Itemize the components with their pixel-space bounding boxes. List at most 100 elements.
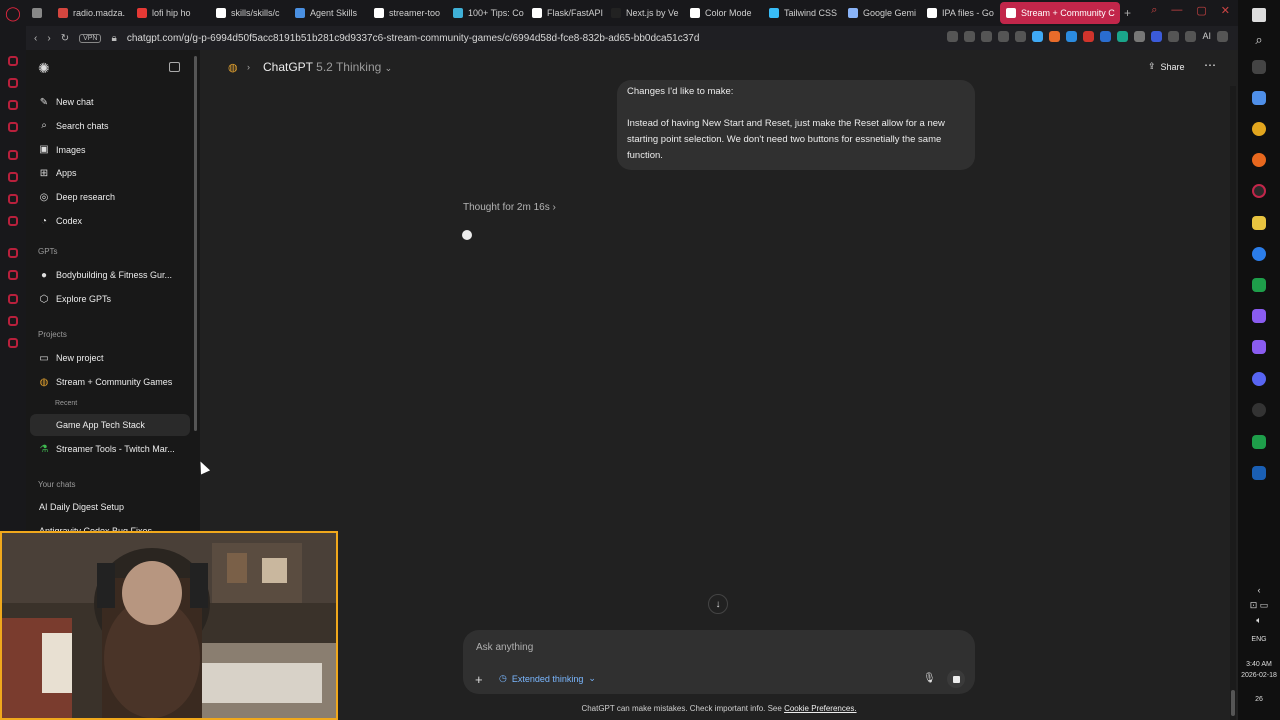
- microphone-icon[interactable]: 🎙︎: [923, 673, 936, 684]
- volume-icon[interactable]: 🔈︎: [1238, 615, 1280, 626]
- rail-music-icon[interactable]: [8, 100, 18, 110]
- main-scrollbar-thumb[interactable]: [1231, 690, 1235, 716]
- maximize-button[interactable]: ▢: [1196, 4, 1206, 17]
- prompt-input[interactable]: [476, 642, 896, 653]
- sidebar-item-search-chats[interactable]: ⌕ Search chats: [30, 115, 190, 137]
- start-icon[interactable]: [1252, 8, 1266, 22]
- extension-navy-icon[interactable]: [1100, 31, 1112, 42]
- browser-tab[interactable]: Google Gemi: [842, 2, 919, 24]
- browser-tab[interactable]: Agent Skills: [289, 2, 366, 24]
- chat-item-ai-daily-digest-setup[interactable]: AI Daily Digest Setup: [30, 496, 190, 518]
- browser-tab[interactable]: [26, 2, 50, 24]
- forward-icon[interactable]: ›: [47, 33, 50, 44]
- opera-logo-icon[interactable]: ◯: [0, 0, 26, 26]
- gpt-item-explore-gpts[interactable]: ⬡ Explore GPTs: [30, 288, 190, 310]
- stop-button[interactable]: [947, 670, 965, 688]
- clock-time[interactable]: 3:40 AM: [1238, 661, 1280, 668]
- scroll-down-button[interactable]: ↓: [708, 594, 728, 614]
- obsidian-2-icon[interactable]: [1252, 340, 1266, 354]
- sidebar-item-deep-research[interactable]: ◎ Deep research: [30, 186, 190, 208]
- rail-messenger-icon[interactable]: [8, 56, 18, 66]
- notification-badge[interactable]: 26: [1238, 696, 1280, 703]
- extension-blue-icon[interactable]: [1032, 31, 1044, 42]
- shield-icon[interactable]: [981, 31, 993, 42]
- terminal-icon[interactable]: [1252, 435, 1266, 449]
- extension-red-icon[interactable]: [1083, 31, 1095, 42]
- extension-orange-icon[interactable]: [1049, 31, 1061, 42]
- vpn-badge[interactable]: VPN: [79, 33, 102, 43]
- project-item-new-project[interactable]: ▭ New project: [30, 347, 190, 369]
- rail-settings-icon[interactable]: [8, 338, 18, 348]
- obs-icon[interactable]: [1252, 403, 1266, 417]
- browser-tab[interactable]: IPA files - Go: [921, 2, 998, 24]
- extended-thinking-pill[interactable]: ◷ Extended thinking ⌄: [499, 673, 596, 684]
- sidebar-toggle-icon[interactable]: [169, 62, 180, 72]
- recent-item-streamer-tools-twitch-mar[interactable]: ⚗ Streamer Tools - Twitch Mar...: [30, 438, 190, 460]
- rail-history-icon[interactable]: [8, 294, 18, 304]
- easy-setup-icon[interactable]: [1185, 31, 1197, 42]
- main-scrollbar[interactable]: [1230, 86, 1236, 720]
- rail-bookmarks-icon[interactable]: [8, 270, 18, 280]
- rail-instagram-icon[interactable]: [8, 172, 18, 182]
- browser-tab[interactable]: Stream + Community C: [1000, 2, 1120, 24]
- menu-icon[interactable]: [1217, 31, 1228, 42]
- language-indicator[interactable]: ENG: [1238, 636, 1280, 643]
- browser-tab[interactable]: skills/skills/c: [210, 2, 287, 24]
- reload-icon[interactable]: ↻: [61, 33, 69, 44]
- extension-sky-icon[interactable]: [1066, 31, 1078, 42]
- browser-tab[interactable]: Color Mode: [684, 2, 761, 24]
- project-globe-icon[interactable]: ◍: [228, 61, 238, 74]
- rail-home-icon[interactable]: [8, 248, 18, 258]
- clock-date[interactable]: 2026-02-18: [1238, 672, 1280, 679]
- new-tab-button[interactable]: +: [1124, 6, 1131, 20]
- sheets-icon[interactable]: [1252, 278, 1266, 292]
- ai-button[interactable]: AI: [1202, 31, 1211, 42]
- opera-taskbar-icon[interactable]: [1252, 184, 1266, 198]
- profile-icon[interactable]: [1151, 31, 1163, 42]
- url-field[interactable]: chatgpt.com/g/g-p-6994d50f5acc8191b51b28…: [127, 33, 700, 44]
- rail-x-icon[interactable]: [8, 194, 18, 204]
- discord-icon[interactable]: [1252, 372, 1266, 386]
- sidebar-scrollbar[interactable]: [194, 56, 197, 431]
- project-item-stream-community-games[interactable]: ◍ Stream + Community Games: [30, 371, 190, 393]
- browser-tab[interactable]: Flask/FastAPI: [526, 2, 603, 24]
- download-icon[interactable]: [1168, 31, 1180, 42]
- task-view-icon[interactable]: [1252, 60, 1266, 74]
- snapshot-icon[interactable]: [964, 31, 976, 42]
- thought-toggle[interactable]: Thought for 2m 16s ›: [463, 202, 556, 213]
- sidebar-item-new-chat[interactable]: ✎ New chat: [30, 91, 190, 113]
- recent-item-game-app-tech-stack[interactable]: Game App Tech Stack: [30, 414, 190, 436]
- search-icon[interactable]: ⌕: [1238, 32, 1280, 48]
- back-icon[interactable]: ‹: [34, 33, 37, 44]
- share-button[interactable]: ⇪ Share: [1148, 61, 1185, 72]
- rail-aria-icon[interactable]: [8, 78, 18, 88]
- antigravity-icon[interactable]: [1252, 466, 1266, 480]
- network-icon[interactable]: ⊡ ▭: [1238, 600, 1280, 611]
- bookmark-icon[interactable]: [947, 31, 959, 42]
- close-window-button[interactable]: ✕: [1221, 4, 1230, 17]
- sidebar-item-codex[interactable]: ◔ Codex: [30, 210, 190, 232]
- browser-tab[interactable]: streamer-too: [368, 2, 445, 24]
- rail-player-icon[interactable]: [8, 122, 18, 132]
- obsidian-icon[interactable]: [1252, 309, 1266, 323]
- openai-logo-icon[interactable]: ✺: [38, 60, 50, 77]
- rail-flow-icon[interactable]: [8, 316, 18, 326]
- cookie-preferences-link[interactable]: Cookie Preferences.: [784, 704, 856, 713]
- tray-expand-icon[interactable]: ‹: [1238, 585, 1280, 595]
- sidebar-item-images[interactable]: ▣ Images: [30, 139, 190, 161]
- model-selector[interactable]: ChatGPT 5.2 Thinking ⌄: [263, 60, 392, 74]
- heart-icon[interactable]: [1015, 31, 1027, 42]
- minimize-button[interactable]: —: [1171, 4, 1182, 17]
- puzzle-icon[interactable]: [1134, 31, 1146, 42]
- copilot-icon[interactable]: [1252, 91, 1266, 105]
- search-tabs-icon[interactable]: ⌕: [1151, 4, 1157, 17]
- browser-tab[interactable]: lofi hip ho: [131, 2, 208, 24]
- rail-twitch-icon[interactable]: [8, 150, 18, 160]
- browser-tab[interactable]: 100+ Tips: Co: [447, 2, 524, 24]
- sidebar-item-apps[interactable]: ⊞ Apps: [30, 162, 190, 184]
- extension-teal-icon[interactable]: [1117, 31, 1129, 42]
- browser-tab[interactable]: Next.js by Ve: [605, 2, 682, 24]
- maps-icon[interactable]: [1252, 247, 1266, 261]
- gpt-item-bodybuilding-fitness-gur[interactable]: ● Bodybuilding & Fitness Gur...: [30, 264, 190, 286]
- add-attachment-button[interactable]: +: [475, 672, 483, 687]
